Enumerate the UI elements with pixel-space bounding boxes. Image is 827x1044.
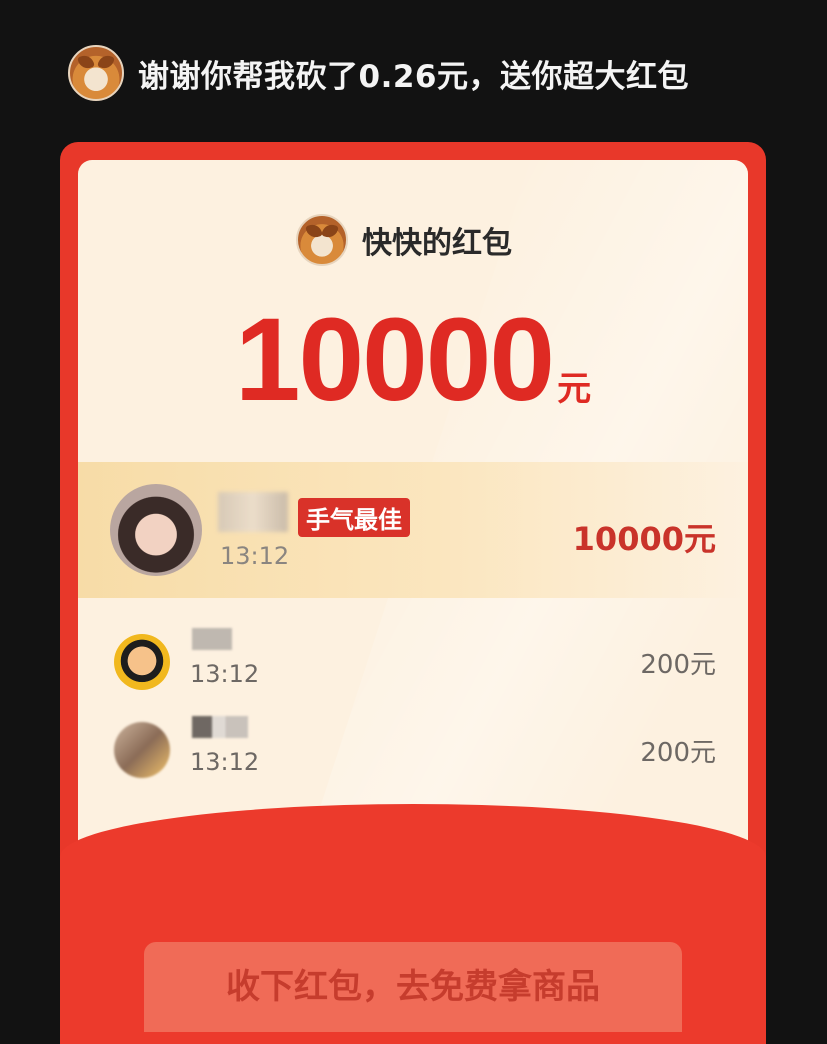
sender-avatar-icon	[296, 214, 348, 266]
claim-amount: 200元	[640, 738, 716, 768]
header-bar: 谢谢你帮我砍了0.26元，送你超大红包	[68, 44, 689, 102]
claim-time: 13:12	[190, 660, 260, 688]
avatar	[110, 484, 202, 576]
accept-red-envelope-button[interactable]: 收下红包，去免费拿商品	[144, 942, 682, 1032]
avatar	[114, 634, 170, 690]
best-luck-row: 手气最佳 13:12 10000元	[78, 462, 748, 598]
red-envelope-card: 快快的红包 10000 元 手气最佳 13:12 10000元 13:12 200…	[60, 142, 766, 1044]
amount-unit: 元	[557, 369, 592, 409]
list-item: 13:12 200元	[78, 716, 748, 786]
blurred-name	[192, 628, 232, 650]
header-message: 谢谢你帮我砍了0.26元，送你超大红包	[138, 58, 689, 95]
claim-time: 13:12	[190, 748, 260, 776]
shiba-dog-avatar-icon	[68, 45, 124, 101]
blurred-name	[192, 716, 248, 738]
sender-info: 快快的红包	[296, 214, 512, 266]
envelope-content: 快快的红包 10000 元 手气最佳 13:12 10000元 13:12 200…	[78, 160, 748, 880]
sender-name: 快快的红包	[362, 226, 512, 261]
envelope-amount: 10000 元	[78, 292, 748, 428]
claim-time: 13:12	[220, 542, 290, 570]
avatar	[114, 722, 170, 778]
claim-amount: 10000元	[572, 520, 716, 558]
best-luck-badge: 手气最佳	[298, 498, 410, 537]
list-item: 13:12 200元	[78, 628, 748, 698]
claim-amount: 200元	[640, 650, 716, 680]
blurred-name	[218, 492, 288, 532]
amount-value: 10000	[234, 294, 555, 426]
